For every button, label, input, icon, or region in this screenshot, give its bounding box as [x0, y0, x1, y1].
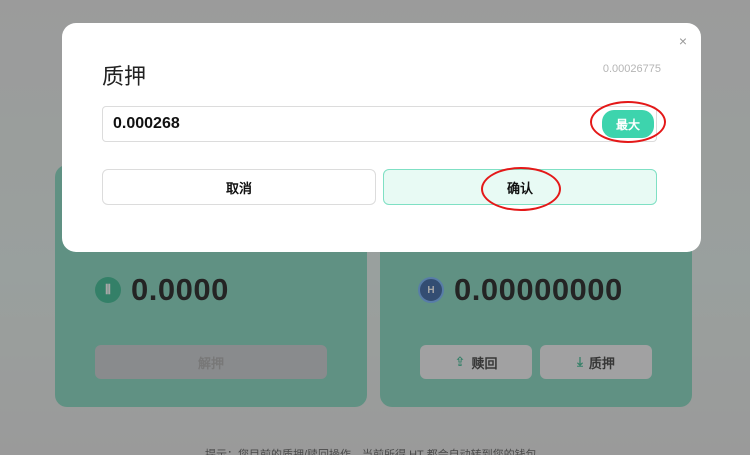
amount-input[interactable]	[103, 107, 656, 141]
available-balance: 0.00026775	[602, 63, 661, 75]
confirm-button-annotation	[481, 167, 561, 211]
close-icon[interactable]: ×	[679, 33, 687, 49]
modal-title: 质押	[102, 64, 147, 89]
max-button-annotation	[590, 101, 666, 143]
cancel-button[interactable]: 取消	[102, 169, 376, 205]
amount-field-wrapper: 最大	[102, 106, 657, 142]
